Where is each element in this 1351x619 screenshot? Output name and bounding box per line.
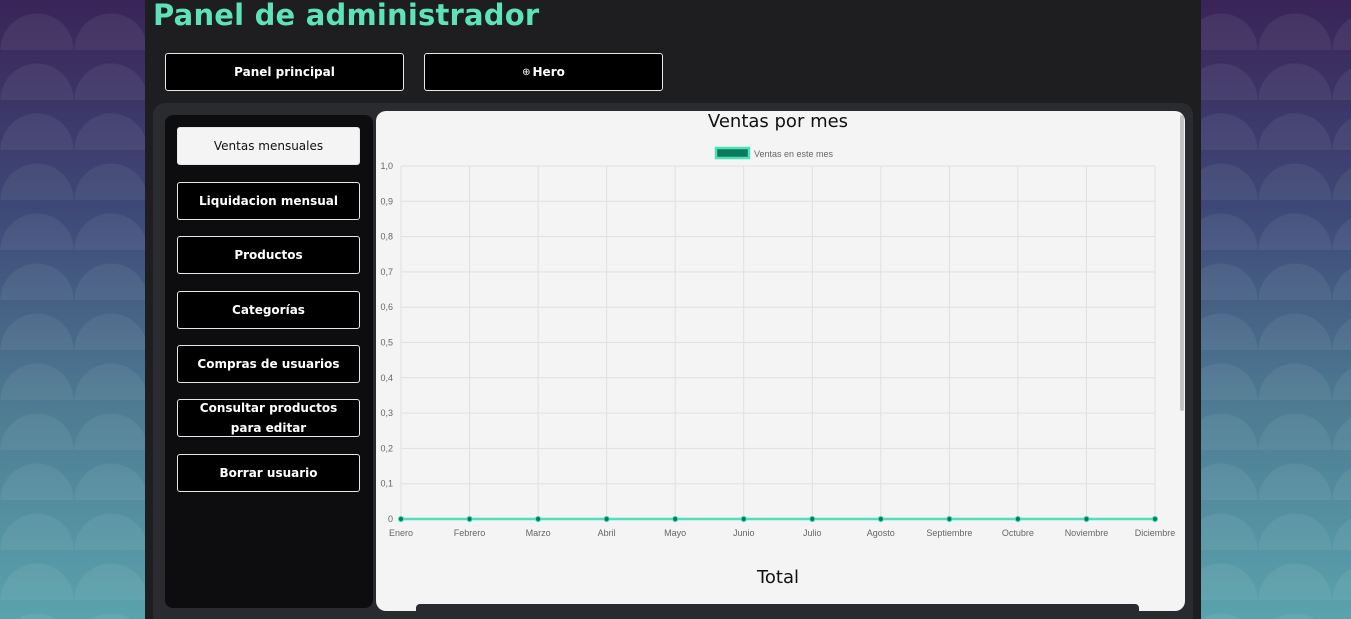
sidebar-item-liquidacion-mensual[interactable]: Liquidacion mensual [177, 182, 360, 220]
data-point [534, 515, 542, 523]
x-tick-label: Agosto [867, 528, 895, 538]
x-tick-label: Junio [733, 528, 755, 538]
x-tick-label: Febrero [454, 528, 486, 538]
dashboard-panel: Ventas mensuales Liquidacion mensual Pro… [153, 103, 1193, 619]
sidebar: Ventas mensuales Liquidacion mensual Pro… [165, 115, 373, 608]
data-point [740, 515, 747, 523]
total-bar [416, 604, 1139, 611]
page-title: Panel de administrador [153, 0, 540, 32]
scrollbar[interactable] [1180, 115, 1184, 411]
data-point [603, 515, 610, 523]
total-title: Total [756, 567, 800, 588]
hero-button-label: Hero [532, 65, 565, 79]
data-point [466, 515, 473, 523]
y-tick-label: 0,6 [380, 302, 393, 312]
x-tick-label: Marzo [526, 528, 551, 538]
data-point [1151, 515, 1159, 523]
legend-swatch [714, 146, 751, 160]
y-tick-label: 0,4 [380, 373, 393, 383]
x-tick-label: Septiembre [926, 528, 972, 538]
admin-frame: Panel de administrador Panel principal ⊕… [145, 0, 1201, 619]
data-point [946, 515, 953, 523]
panel-principal-button[interactable]: Panel principal [165, 53, 404, 91]
data-point [1014, 515, 1022, 523]
x-tick-label: Mayo [664, 528, 686, 538]
data-point [877, 515, 884, 523]
x-tick-label: Julio [803, 528, 822, 538]
data-point [397, 515, 405, 523]
chart-card: Ventas por mes 0 0,1 0,2 0,3 0,4 0,5 0,6 0,7 0,8… [376, 111, 1185, 611]
plus-icon: ⊕ [522, 66, 531, 78]
sidebar-item-borrar-usuario[interactable]: Borrar usuario [177, 454, 360, 492]
y-tick-label: 1,0 [380, 161, 393, 171]
y-tick-label: 0,3 [380, 408, 393, 418]
y-tick-label: 0,7 [380, 267, 393, 277]
x-tick-label: Noviembre [1065, 528, 1109, 538]
sales-line-chart: 0 0,1 0,2 0,3 0,4 0,5 0,6 0,7 0,8 0,9 1,0 Enero Febr… [380, 146, 1176, 538]
sidebar-item-categorias[interactable]: Categorías [177, 291, 360, 329]
data-point [1083, 515, 1090, 523]
sidebar-item-consultar-productos[interactable]: Consultar productos para editar [177, 399, 360, 437]
y-tick-label: 0,5 [380, 338, 393, 348]
sidebar-item-ventas-mensuales[interactable]: Ventas mensuales [177, 127, 360, 165]
y-tick-label: 0,8 [380, 232, 393, 242]
x-tick-label: Enero [389, 528, 413, 538]
y-tick-label: 0,9 [380, 196, 393, 206]
y-tick-label: 0,1 [380, 479, 393, 489]
x-tick-label: Octubre [1002, 528, 1034, 538]
y-tick-label: 0 [388, 514, 393, 524]
x-tick-label: Abril [598, 528, 616, 538]
sidebar-item-productos[interactable]: Productos [177, 236, 360, 274]
sidebar-item-compras-de-usuarios[interactable]: Compras de usuarios [177, 345, 360, 383]
data-point [672, 515, 679, 523]
legend-label: Ventas en este mes [754, 149, 834, 159]
chart-title: Ventas por mes [707, 111, 849, 132]
hero-button[interactable]: ⊕ Hero [424, 53, 663, 91]
data-point [809, 515, 816, 523]
y-tick-label: 0,2 [380, 443, 393, 453]
x-tick-label: Diciembre [1135, 528, 1176, 538]
